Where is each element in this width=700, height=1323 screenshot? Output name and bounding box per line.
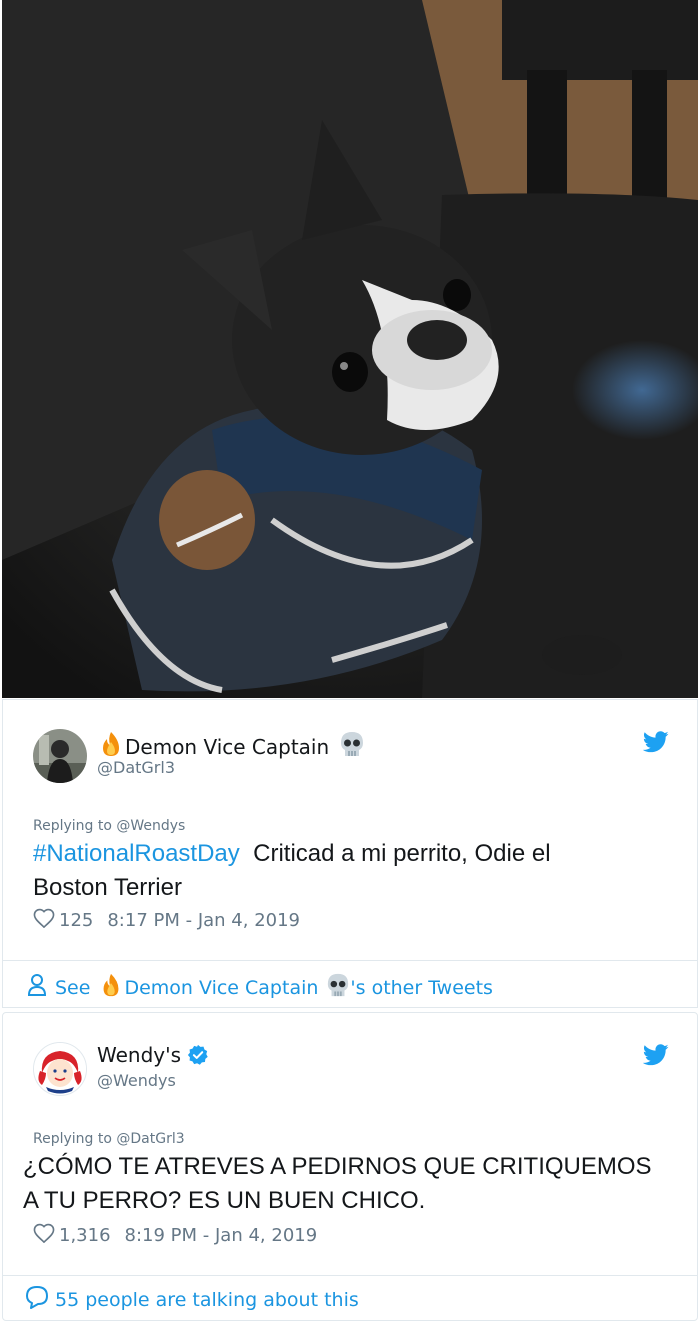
handle[interactable]: @Wendys [97, 1071, 176, 1090]
footer-name: Demon Vice Captain [124, 976, 319, 999]
divider [3, 960, 697, 961]
people-talking-text: 55 people are talking about this [55, 1288, 359, 1311]
tweet-text-line2: Boston Terrier [33, 874, 182, 901]
twitter-bird-icon[interactable] [642, 1044, 669, 1066]
verified-icon [187, 1044, 209, 1066]
footer-suffix: 's other Tweets [350, 976, 493, 999]
see-other-tweets-link[interactable]: See Demon Vice Captain 's other Tweets [27, 972, 493, 1003]
timestamp[interactable]: 8:19 PM - Jan 4, 2019 [125, 1225, 318, 1246]
heart-icon[interactable] [33, 1223, 55, 1248]
tweet-text: ¿CÓMO TE ATREVES A PEDIRNOS QUE CRITIQUE… [23, 1150, 652, 1218]
like-count: 1,316 [59, 1225, 111, 1246]
dog-photo [2, 0, 698, 698]
twitter-bird-icon[interactable] [642, 731, 669, 753]
speech-bubble-icon [25, 1285, 49, 1314]
tweet-text-line1: Criticad a mi perrito, Odie el [253, 840, 551, 867]
avatar[interactable] [33, 729, 87, 783]
replying-to[interactable]: Replying to @Wendys [33, 818, 185, 834]
handle[interactable]: @DatGrl3 [97, 758, 175, 777]
tweet-meta: 1,316 8:19 PM - Jan 4, 2019 [33, 1223, 317, 1248]
skull-icon [326, 972, 350, 1003]
fire-icon [98, 972, 124, 1003]
person-icon [27, 973, 47, 1002]
like-count: 125 [59, 910, 94, 931]
footer-see: See [55, 976, 91, 999]
display-name-text: Demon Vice Captain [125, 734, 330, 759]
tweet-text: #NationalRoastDay Criticad a mi perrito,… [33, 837, 551, 905]
divider [3, 1275, 697, 1276]
display-name-text: Wendy's [97, 1043, 182, 1067]
tweet-meta: 125 8:17 PM - Jan 4, 2019 [33, 908, 300, 933]
hashtag-link[interactable]: #NationalRoastDay [33, 840, 240, 867]
tweet-card-wendys: Wendy's @Wendys Replying to @DatGrl3 ¿CÓ… [2, 1012, 698, 1321]
people-talking-link[interactable]: 55 people are talking about this [25, 1285, 359, 1314]
tweet-card-demon-vice-captain: Demon Vice Captain @DatGrl3 Replying to … [2, 699, 698, 1008]
tweet-text-line2: A TU PERRO? ES UN BUEN CHICO. [23, 1187, 426, 1214]
heart-icon[interactable] [33, 908, 55, 933]
timestamp[interactable]: 8:17 PM - Jan 4, 2019 [107, 910, 300, 931]
avatar[interactable] [33, 1042, 87, 1096]
display-name[interactable]: Wendy's [97, 1043, 209, 1067]
tweet-text-line1: ¿CÓMO TE ATREVES A PEDIRNOS QUE CRITIQUE… [23, 1153, 652, 1180]
skull-icon [339, 730, 365, 763]
replying-to[interactable]: Replying to @DatGrl3 [33, 1131, 185, 1147]
